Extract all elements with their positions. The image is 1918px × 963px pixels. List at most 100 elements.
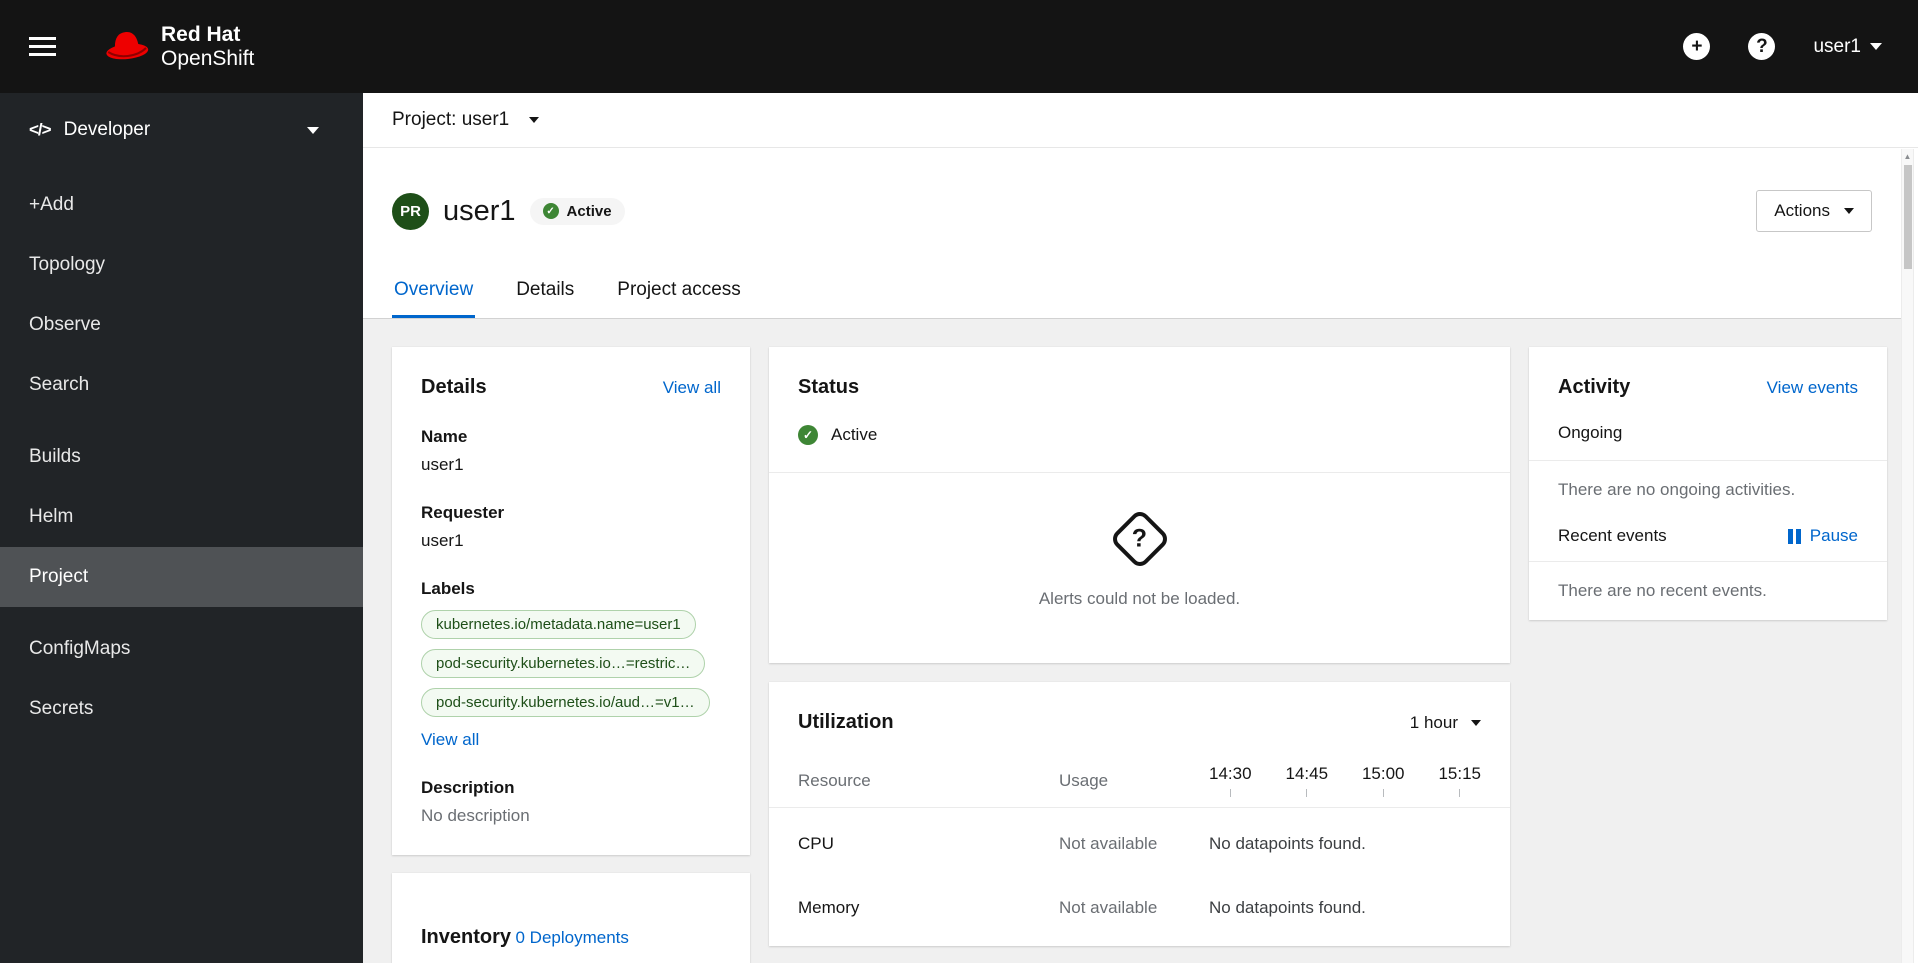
resource-datapoints: No datapoints found. [1209, 898, 1366, 917]
resource-name: CPU [798, 834, 834, 853]
status-value: Active [831, 425, 878, 444]
tab-project-access[interactable]: Project access [615, 262, 743, 318]
project-selector-label: Project: user1 [392, 109, 510, 130]
alert-unknown-icon: ? [1108, 507, 1171, 571]
perspective-label: Developer [63, 119, 151, 140]
actions-dropdown-label: Actions [1774, 201, 1830, 220]
redhat-fedora-icon [106, 31, 149, 59]
labels-label: Labels [421, 579, 475, 598]
sidebar-item-configmaps[interactable]: ConfigMaps [0, 619, 363, 679]
duration-dropdown[interactable]: 1 hour [1410, 713, 1481, 733]
activity-card-title: Activity [1558, 376, 1631, 398]
alerts-empty-state: ? Alerts could not be loaded. [769, 473, 1510, 663]
sidebar-item-add[interactable]: +Add [0, 175, 363, 235]
redhat-openshift-logo: Red Hat OpenShift [103, 23, 254, 70]
resource-column-header: Resource [798, 770, 871, 790]
description-label: Description [421, 778, 515, 797]
main-content: Project: user1 PR user1 ✓ Active Actions… [363, 93, 1918, 963]
details-card: Details View all Name user1 Requester us… [392, 347, 750, 855]
project-badge: PR [392, 192, 429, 230]
hamburger-icon [29, 37, 56, 56]
status-badge-label: Active [566, 202, 612, 220]
resource-usage: Not available [1059, 834, 1158, 853]
utilization-row-memory: Memory Not available No datapoints found… [769, 872, 1510, 936]
tab-details[interactable]: Details [514, 262, 576, 318]
tick-mark [1459, 789, 1461, 797]
sidebar-item-observe[interactable]: Observe [0, 295, 363, 355]
sidebar-item-secrets[interactable]: Secrets [0, 679, 363, 739]
sidebar-group-gap [0, 607, 363, 619]
check-circle-icon: ✓ [542, 203, 559, 219]
label-chip[interactable]: pod-security.kubernetes.io/aud…=v1… [421, 688, 710, 717]
view-events-link[interactable]: View events [1767, 378, 1858, 398]
question-circle-icon: ? [1756, 35, 1768, 57]
sidebar-item-topology[interactable]: Topology [0, 235, 363, 295]
code-icon: </> [29, 120, 52, 139]
utilization-row-cpu: CPU Not available No datapoints found. [769, 808, 1510, 872]
user-menu-label: user1 [1813, 35, 1861, 57]
description-value: No description [421, 806, 530, 825]
usage-column-header: Usage [1059, 770, 1109, 790]
caret-down-icon [1844, 208, 1854, 214]
tick-mark [1382, 789, 1384, 797]
requester-value: user1 [421, 531, 464, 550]
app-body: </> Developer +Add Topology Observe Sear… [0, 93, 1918, 963]
scroll-up-arrow-icon[interactable]: ▲ [1902, 152, 1913, 161]
label-chip[interactable]: kubernetes.io/metadata.name=user1 [421, 610, 696, 639]
brand-line2: OpenShift [161, 46, 255, 70]
check-circle-icon: ✓ [798, 425, 818, 445]
resource-usage: Not available [1059, 898, 1158, 917]
plus-circle-icon: + [1691, 35, 1703, 57]
page-title: user1 [443, 194, 516, 227]
sidebar-item-builds[interactable]: Builds [0, 427, 363, 487]
project-bar: Project: user1 [363, 93, 1918, 148]
utilization-header-row: Resource Usage 14:30 14:45 15:00 15:15 [769, 764, 1510, 808]
status-row: ✓ Active [798, 425, 1481, 472]
quick-create-button[interactable]: + [1683, 33, 1711, 60]
recent-events-row: Recent events Pause [1529, 519, 1887, 561]
resource-datapoints: No datapoints found. [1209, 834, 1366, 853]
pause-button-label: Pause [1809, 526, 1858, 545]
deployments-link[interactable]: 0 Deployments [515, 928, 628, 948]
name-value: user1 [421, 455, 464, 474]
activity-card: Activity View events Ongoing There are n… [1529, 347, 1887, 620]
sidebar-item-project[interactable]: Project [0, 547, 363, 607]
tick-mark [1306, 789, 1308, 797]
utilization-card-title: Utilization [798, 711, 894, 733]
perspective-switcher[interactable]: </> Developer [0, 93, 363, 163]
details-view-all-link[interactable]: View all [663, 378, 721, 398]
actions-dropdown[interactable]: Actions [1756, 190, 1872, 232]
caret-down-icon [1870, 43, 1882, 50]
alerts-message: Alerts could not be loaded. [1038, 589, 1241, 608]
user-menu[interactable]: user1 [1813, 36, 1882, 58]
app: Red Hat OpenShift + ? user1 </> Develope… [0, 0, 1918, 963]
masthead-actions: + ? user1 [1683, 33, 1882, 60]
help-button[interactable]: ? [1748, 33, 1776, 60]
labels-list: kubernetes.io/metadata.name=user1 pod-se… [421, 610, 721, 717]
nav-toggle-button[interactable] [29, 25, 73, 69]
recent-events-label: Recent events [1558, 526, 1667, 545]
sidebar-nav: +Add Topology Observe Search Builds Helm… [0, 163, 363, 739]
status-card: Status ✓ Active ? Alerts could not be lo… [769, 347, 1510, 663]
page-header: PR user1 ✓ Active Actions [363, 148, 1901, 262]
tick-mark [1229, 789, 1231, 797]
sidebar: </> Developer +Add Topology Observe Sear… [0, 93, 363, 963]
ongoing-empty-text: There are no ongoing activities. [1558, 480, 1796, 499]
status-badge: ✓ Active [529, 197, 625, 225]
status-card-title: Status [798, 376, 860, 398]
pause-button[interactable]: Pause [1787, 526, 1858, 546]
left-column: Details View all Name user1 Requester us… [392, 347, 750, 963]
scrollbar[interactable]: ▲ [1901, 149, 1914, 963]
sidebar-item-search[interactable]: Search [0, 355, 363, 415]
time-tick: 15:00 [1362, 764, 1405, 797]
brand-text: Red Hat OpenShift [161, 23, 254, 70]
labels-view-all-link[interactable]: View all [421, 730, 479, 750]
sidebar-item-helm[interactable]: Helm [0, 487, 363, 547]
scrollbar-thumb[interactable] [1904, 165, 1912, 269]
tab-overview[interactable]: Overview [392, 262, 476, 318]
middle-column: Status ✓ Active ? Alerts could not be lo… [769, 347, 1510, 963]
tab-bar: Overview Details Project access [363, 262, 1901, 319]
label-chip[interactable]: pod-security.kubernetes.io…=restric… [421, 649, 706, 678]
duration-dropdown-label: 1 hour [1409, 712, 1458, 732]
project-selector[interactable]: Project: user1 [392, 109, 540, 131]
